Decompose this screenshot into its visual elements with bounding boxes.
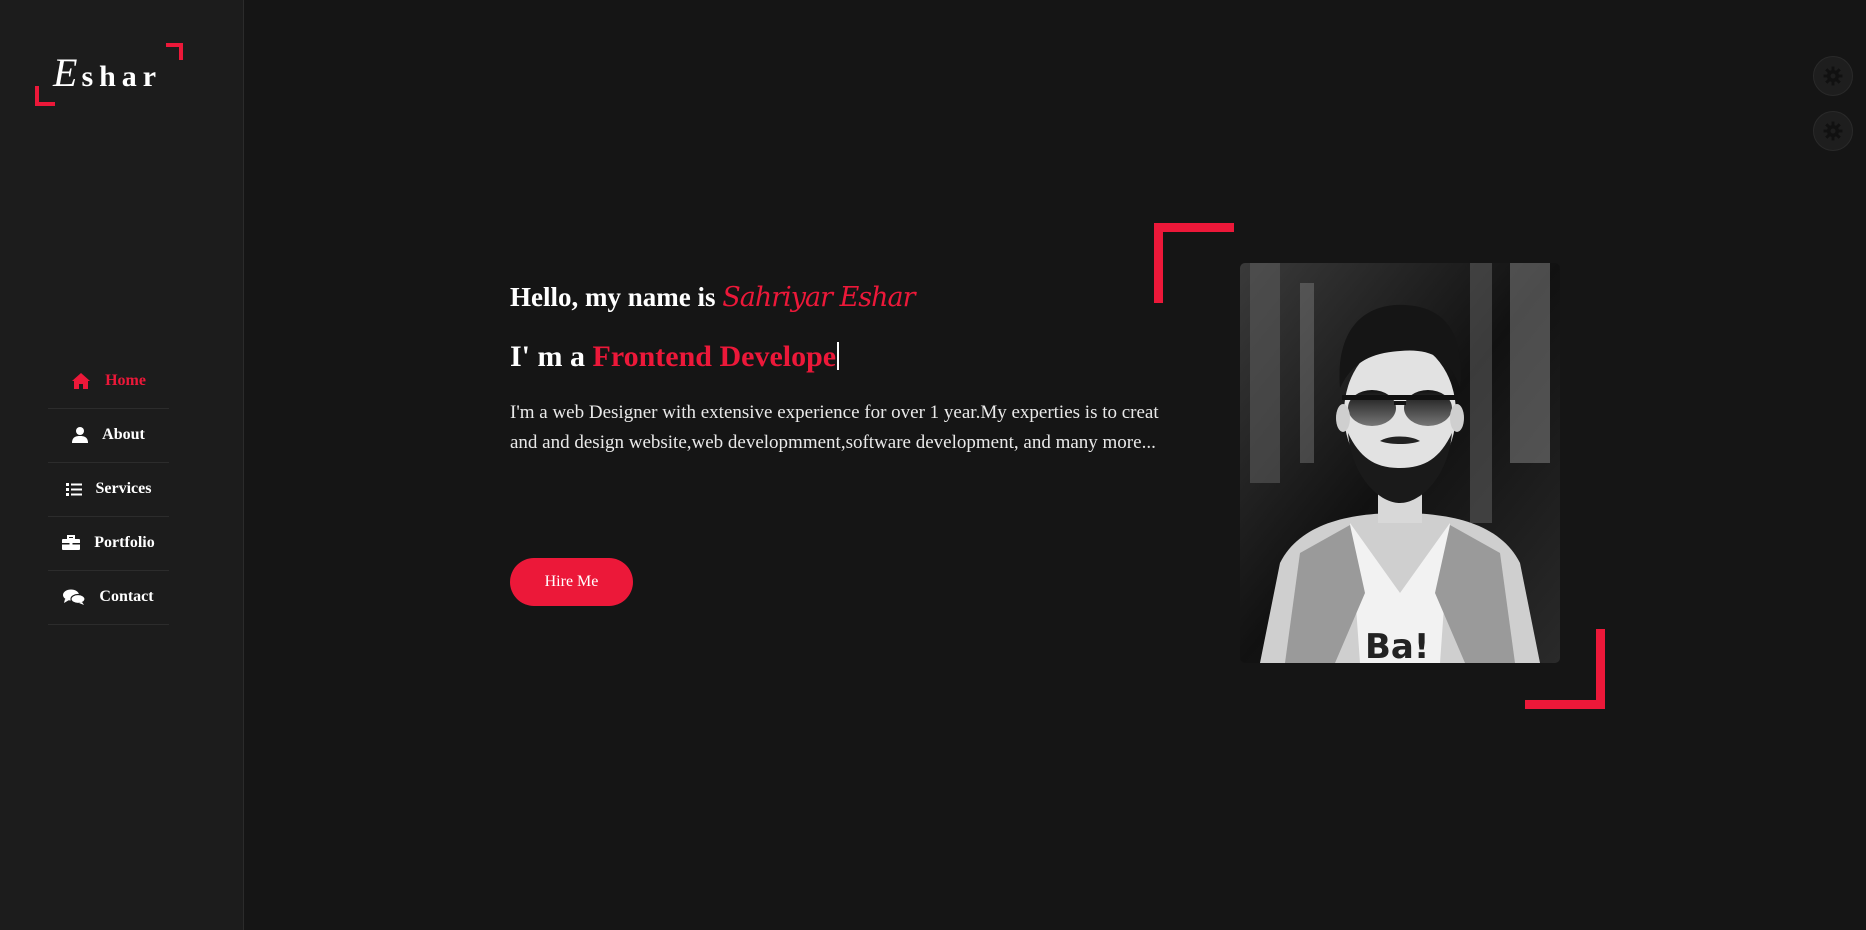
- gear-icon: [1823, 66, 1843, 86]
- logo-text: Eshar: [53, 49, 162, 96]
- home-icon: [72, 372, 91, 389]
- nav-label-services: Services: [95, 479, 152, 497]
- typing-cursor: [837, 342, 840, 370]
- nav-link-home[interactable]: Home: [48, 355, 169, 403]
- profile-photo: Ba!: [1240, 263, 1560, 663]
- gear-icon: [1823, 121, 1843, 141]
- nav-link-contact[interactable]: Contact: [48, 571, 169, 619]
- profile-photo-frame: Ba!: [1154, 223, 1605, 709]
- greeting-heading: Hello, my name is Sahriyar Eshar: [510, 282, 916, 313]
- home-section: Hello, my name is Sahriyar Eshar I' m a …: [244, 0, 1866, 930]
- style-switcher-toggle[interactable]: [1813, 56, 1853, 96]
- nav-label-home: Home: [105, 371, 146, 389]
- nav-label-about: About: [102, 425, 145, 443]
- briefcase-icon: [62, 534, 81, 550]
- nav-label-portfolio: Portfolio: [94, 533, 155, 551]
- user-icon: [72, 426, 89, 443]
- comments-icon: [63, 589, 86, 605]
- role-prefix: I' m a: [510, 340, 585, 373]
- logo-rest: shar: [81, 60, 163, 93]
- hero-description: I'm a web Designer with extensive experi…: [510, 402, 1159, 453]
- nav-item-services: Services: [48, 463, 169, 517]
- main-nav: Home About Services Portfolio Contact: [48, 355, 169, 625]
- nav-item-about: About: [48, 409, 169, 463]
- hire-me-button[interactable]: Hire Me: [510, 558, 633, 606]
- nav-item-portfolio: Portfolio: [48, 517, 169, 571]
- greeting-text: Hello, my name is: [510, 282, 716, 312]
- list-icon: [65, 482, 82, 496]
- nav-item-home: Home: [48, 355, 169, 409]
- sidebar: Eshar Home About Services Portfolio Cont…: [0, 0, 244, 930]
- role-typed: Frontend Develope: [592, 340, 837, 373]
- day-night-toggle[interactable]: [1813, 111, 1853, 151]
- nav-link-about[interactable]: About: [48, 409, 169, 457]
- profile-photo-illustration: Ba!: [1240, 263, 1560, 663]
- logo-corner-bottom-left: [35, 86, 55, 106]
- frame-corner-top-left: [1154, 223, 1234, 303]
- nav-label-contact: Contact: [99, 587, 154, 605]
- svg-text:Ba!: Ba!: [1365, 627, 1429, 663]
- nav-link-portfolio[interactable]: Portfolio: [48, 517, 169, 565]
- logo-first-letter: E: [53, 50, 82, 95]
- name-text: Sahriyar Eshar: [722, 282, 915, 313]
- logo[interactable]: Eshar: [35, 43, 183, 106]
- role-heading: I' m a Frontend Develope: [510, 340, 840, 374]
- logo-corner-top-right: [166, 43, 183, 60]
- nav-item-contact: Contact: [48, 571, 169, 625]
- nav-link-services[interactable]: Services: [48, 463, 169, 511]
